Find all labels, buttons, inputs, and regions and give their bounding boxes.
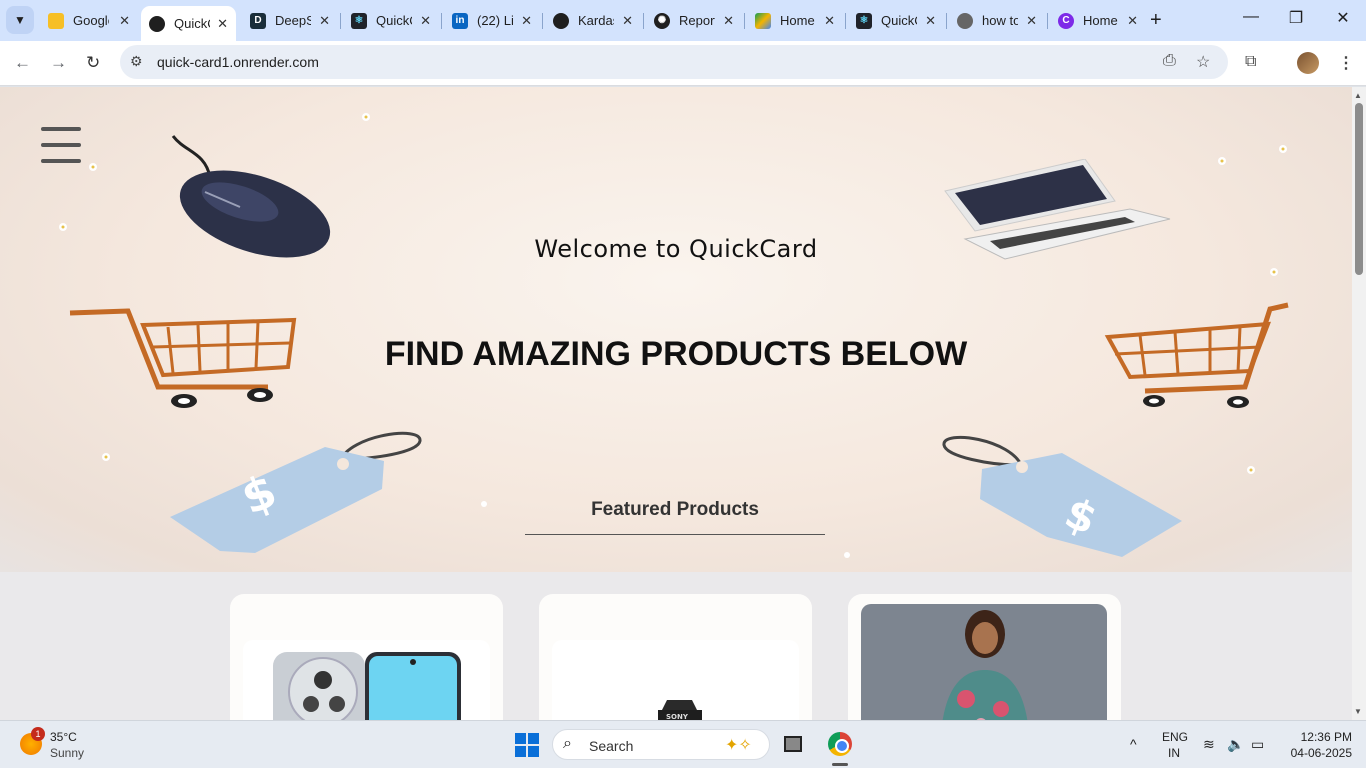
minimize-button[interactable]: — bbox=[1236, 8, 1266, 26]
taskbar-search[interactable]: ⌕ Search ✦✧ bbox=[552, 729, 770, 760]
page-viewport: $ $ Welcome to QuickCard FIND AMAZING PR… bbox=[0, 87, 1352, 720]
url-text[interactable]: quick-card1.onrender.com bbox=[157, 54, 319, 70]
close-icon[interactable]: ✕ bbox=[217, 16, 228, 32]
product-image-frame: SONY bbox=[552, 640, 799, 720]
canva-icon: C bbox=[1058, 12, 1074, 29]
tab-canva-home[interactable]: C Home ✕ bbox=[1050, 6, 1146, 35]
github-icon bbox=[553, 12, 569, 29]
chevron-down-icon: ▼ bbox=[14, 13, 26, 27]
close-icon[interactable]: ✕ bbox=[1127, 13, 1138, 29]
quickcard-icon bbox=[149, 15, 165, 32]
task-view-button[interactable] bbox=[784, 736, 802, 752]
language-region[interactable]: IN bbox=[1162, 746, 1186, 760]
welcome-text: Welcome to QuickCard bbox=[534, 235, 818, 263]
windows-taskbar: 1 35°C Sunny ⌕ Search ✦✧ ^ ENG IN ≋ 🔈 ▭ … bbox=[0, 720, 1366, 768]
scrollbar-thumb[interactable] bbox=[1355, 103, 1363, 275]
wifi-icon[interactable]: ≋ bbox=[1203, 736, 1215, 753]
menu-kebab-icon[interactable]: ⋮ bbox=[1338, 53, 1354, 73]
react-icon: ⚛ bbox=[856, 12, 872, 29]
active-app-indicator bbox=[832, 763, 848, 766]
hero-banner: $ $ Welcome to QuickCard FIND AMAZING PR… bbox=[0, 87, 1352, 572]
tab-strip: ▼ Google ✕ QuickCard ✕ D DeepSeek ✕ ⚛ Qu… bbox=[0, 0, 1366, 41]
site-info-icon[interactable]: ⚙ bbox=[130, 53, 143, 70]
tab-report[interactable]: ✺ Report ✕ bbox=[646, 6, 742, 35]
close-icon[interactable]: ✕ bbox=[824, 13, 835, 29]
volume-icon[interactable]: 🔈 bbox=[1227, 736, 1244, 753]
tab-quickcard-active[interactable]: QuickCard ✕ bbox=[141, 6, 236, 41]
linkedin-icon: in bbox=[452, 12, 468, 29]
google-keep-icon bbox=[48, 12, 64, 29]
notification-badge: 1 bbox=[31, 727, 45, 741]
globe-icon bbox=[957, 12, 973, 29]
new-tab-button[interactable]: + bbox=[1150, 8, 1162, 32]
profile-avatar[interactable] bbox=[1297, 52, 1319, 74]
svg-text:SONY: SONY bbox=[666, 713, 689, 720]
weather-temperature: 35°C bbox=[50, 730, 77, 744]
copilot-sparkle-icon: ✦✧ bbox=[725, 737, 752, 754]
product-image-frame bbox=[243, 640, 490, 720]
tab-deepseek[interactable]: D DeepSeek ✕ bbox=[242, 6, 338, 35]
scroll-up-arrow-icon[interactable]: ▲ bbox=[1354, 91, 1362, 100]
google-drive-icon bbox=[755, 12, 771, 29]
product-card[interactable] bbox=[230, 594, 503, 720]
smartphone-image bbox=[273, 652, 461, 720]
restore-button[interactable]: ❐ bbox=[1281, 8, 1311, 28]
close-icon[interactable]: ✕ bbox=[521, 13, 532, 29]
sony-watch-image: SONY bbox=[658, 700, 702, 720]
close-window-button[interactable]: ✕ bbox=[1328, 8, 1358, 28]
chrome-taskbar-icon[interactable] bbox=[828, 732, 852, 756]
install-app-icon[interactable]: ⎙ bbox=[1163, 52, 1176, 70]
tab-howto[interactable]: how to ✕ bbox=[949, 6, 1045, 35]
reload-button[interactable]: ↻ bbox=[86, 53, 100, 73]
product-card[interactable]: SONY bbox=[539, 594, 812, 720]
close-icon[interactable]: ✕ bbox=[119, 13, 130, 29]
weather-description: Sunny bbox=[50, 746, 85, 760]
deepseek-icon: D bbox=[250, 12, 266, 29]
forward-button[interactable]: → bbox=[50, 53, 67, 73]
extensions-icon[interactable]: ⧉ bbox=[1245, 53, 1256, 71]
show-hidden-icons-chevron-icon[interactable]: ^ bbox=[1130, 736, 1137, 752]
back-button[interactable]: ← bbox=[14, 53, 31, 73]
close-icon[interactable]: ✕ bbox=[319, 13, 330, 29]
close-icon[interactable]: ✕ bbox=[723, 13, 734, 29]
close-icon[interactable]: ✕ bbox=[925, 13, 936, 29]
page-headline: FIND AMAZING PRODUCTS BELOW bbox=[384, 335, 968, 373]
tab-linkedin[interactable]: in (22) LinkedIn ✕ bbox=[444, 6, 540, 35]
tab-search-button[interactable]: ▼ bbox=[6, 6, 34, 34]
clock-date[interactable]: 04-06-2025 bbox=[1280, 746, 1352, 760]
taskbar-search-label: Search bbox=[589, 738, 634, 754]
react-icon: ⚛ bbox=[351, 12, 367, 29]
battery-icon[interactable]: ▭ bbox=[1251, 736, 1264, 753]
women-kurta-image bbox=[861, 604, 1107, 720]
language-indicator[interactable]: ENG bbox=[1162, 730, 1188, 744]
tab-github[interactable]: Kardas ✕ bbox=[545, 6, 641, 35]
hamburger-menu-button[interactable] bbox=[41, 127, 81, 163]
scroll-down-arrow-icon[interactable]: ▼ bbox=[1354, 707, 1362, 716]
close-icon[interactable]: ✕ bbox=[622, 13, 633, 29]
close-icon[interactable]: ✕ bbox=[420, 13, 431, 29]
tab-quickcard-3[interactable]: ⚛ QuickCard ✕ bbox=[848, 6, 944, 35]
search-icon: ⌕ bbox=[563, 735, 572, 752]
browser-toolbar: ← → ↻ ⚙ quick-card1.onrender.com ⎙ ☆ ⧉ ⋮ bbox=[0, 41, 1366, 86]
bookmark-star-icon[interactable]: ☆ bbox=[1196, 52, 1210, 72]
heading-divider bbox=[525, 534, 825, 535]
featured-products-heading: Featured Products bbox=[591, 499, 759, 520]
tab-google[interactable]: Google ✕ bbox=[40, 6, 138, 35]
close-icon[interactable]: ✕ bbox=[1026, 13, 1037, 29]
tab-drive-home[interactable]: Home ✕ bbox=[747, 6, 843, 35]
clock-time[interactable]: 12:36 PM bbox=[1280, 730, 1352, 744]
page-scrollbar[interactable]: ▲ ▼ bbox=[1352, 87, 1366, 720]
product-card[interactable] bbox=[848, 594, 1121, 720]
address-bar[interactable]: ⚙ quick-card1.onrender.com ⎙ ☆ bbox=[120, 45, 1228, 79]
openai-icon: ✺ bbox=[654, 12, 670, 29]
start-button[interactable] bbox=[515, 733, 539, 757]
tab-quickcard-2[interactable]: ⚛ QuickCard ✕ bbox=[343, 6, 439, 35]
